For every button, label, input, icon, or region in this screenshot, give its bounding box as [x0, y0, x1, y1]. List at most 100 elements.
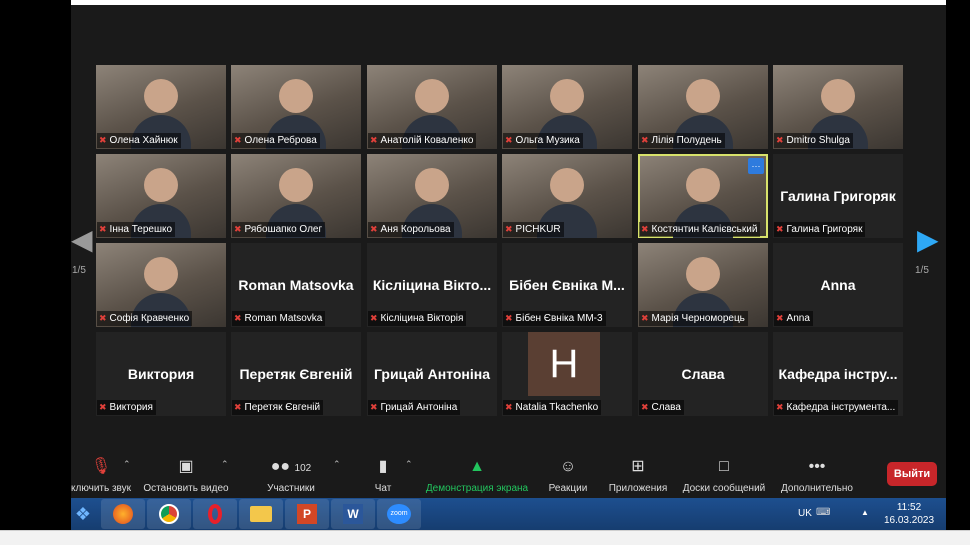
participant-tile[interactable]: Кафедра інстру... ✖ Кафедра інструмента...: [773, 332, 903, 416]
participant-video-head: [415, 79, 449, 113]
participant-name: Слава: [651, 402, 681, 413]
participant-tile[interactable]: ✖ Анатолій Коваленко: [367, 65, 497, 149]
participant-name: Аня Корольова: [380, 224, 451, 235]
microphone-muted-icon: ✖: [370, 135, 378, 145]
participant-video-head: [686, 257, 720, 291]
taskbar-word[interactable]: W: [331, 499, 375, 529]
participant-name-label: ✖ Галина Григоряк: [774, 222, 866, 237]
system-clock[interactable]: 11:52 16.03.2023: [879, 501, 939, 527]
apps-button[interactable]: ⊞ Приложения: [605, 457, 671, 494]
participant-name-label: ✖ Костянтин Калієвський: [639, 222, 761, 237]
participant-name: Лілія Полудень: [651, 135, 722, 146]
participant-tile[interactable]: H ✖ Natalia Tkachenko: [502, 332, 632, 416]
meeting-toolbar: 🎙 ключить звук ⌃ ▣ Остановить видео ⌃ ●●…: [71, 451, 946, 498]
microphone-muted-icon: ✖: [234, 402, 242, 412]
participant-tile[interactable]: Кісліцина Вікто... ✖ Кісліцина Вікторія: [367, 243, 497, 327]
previous-page-arrow-icon[interactable]: ◀: [71, 223, 93, 256]
participant-avatar: H: [528, 332, 600, 396]
participant-tile[interactable]: ✖ Ольга Музика: [502, 65, 632, 149]
taskbar-opera[interactable]: [193, 499, 237, 529]
taskbar-powerpoint[interactable]: P: [285, 499, 329, 529]
audio-options-caret-icon[interactable]: ⌃: [123, 459, 131, 470]
firefox-icon: [113, 504, 133, 524]
language-indicator[interactable]: UK: [798, 508, 812, 519]
participant-tile[interactable]: Anna ✖ Anna: [773, 243, 903, 327]
participants-caret-icon[interactable]: ⌃: [333, 459, 341, 470]
participant-tile[interactable]: Перетяк Євгеній ✖ Перетяк Євгеній: [231, 332, 361, 416]
taskbar-firefox[interactable]: [101, 499, 145, 529]
share-screen-label: Демонстрация экрана: [425, 483, 529, 494]
participant-name-label: ✖ Олена Реброва: [232, 133, 320, 148]
participant-tile[interactable]: Виктория ✖ Виктория: [96, 332, 226, 416]
participant-name-label: ✖ Виктория: [97, 400, 156, 415]
mute-button[interactable]: 🎙 ключить звук: [71, 457, 131, 494]
participant-tile[interactable]: ✖ Dmitro Shulga: [773, 65, 903, 149]
microphone-muted-icon: ✖: [641, 135, 649, 145]
black-border-bottom-left: [0, 498, 71, 530]
participant-name-label: ✖ Кафедра інструмента...: [774, 400, 898, 415]
microphone-muted-icon: ✖: [505, 224, 513, 234]
microphone-muted-icon: ✖: [776, 402, 784, 412]
tray-expand-icon[interactable]: ▲: [861, 508, 869, 517]
participant-tile[interactable]: ✖ Олена Реброва: [231, 65, 361, 149]
participant-name: Анатолій Коваленко: [380, 135, 474, 146]
participant-name: Ольга Музика: [515, 135, 580, 146]
participant-tile[interactable]: ✖ Рябошапко Олег: [231, 154, 361, 238]
participant-tile[interactable]: ✖ Олена Хайнюк: [96, 65, 226, 149]
black-border-right: [946, 0, 970, 498]
participant-name: Виктория: [109, 402, 153, 413]
windows-start-button[interactable]: ❖: [71, 499, 95, 529]
participant-tile[interactable]: Грицай Антоніна ✖ Грицай Антоніна: [367, 332, 497, 416]
participant-video-head: [550, 79, 584, 113]
participant-tile[interactable]: Roman Matsovka ✖ Roman Matsovka: [231, 243, 361, 327]
video-camera-icon: ▣: [178, 458, 194, 475]
share-screen-button[interactable]: ▲ Демонстрация экрана: [421, 457, 533, 494]
microphone-muted-icon: ✖: [505, 402, 513, 412]
chat-caret-icon[interactable]: ⌃: [405, 459, 413, 470]
taskbar-zoom[interactable]: zoom: [377, 499, 421, 529]
microphone-muted-icon: ✖: [234, 224, 242, 234]
next-page-arrow-icon[interactable]: ▶: [917, 223, 939, 256]
reactions-label: Реакции: [548, 483, 588, 494]
participant-tile[interactable]: ✖ Інна Терешко: [96, 154, 226, 238]
participant-name: Dmitro Shulga: [786, 135, 850, 146]
participant-name: Галина Григоряк: [786, 224, 863, 235]
participants-button[interactable]: ●● 102 Участники: [261, 457, 321, 494]
whiteboards-button[interactable]: □ Доски сообщений: [679, 457, 769, 494]
clock-date: 16.03.2023: [883, 515, 935, 526]
stop-video-button[interactable]: ▣ Остановить видео: [141, 457, 231, 494]
microphone-muted-icon: ✖: [641, 402, 649, 412]
microphone-muted-icon: ✖: [99, 402, 107, 412]
leave-button[interactable]: Выйти: [887, 462, 937, 486]
participant-tile[interactable]: ✖ Марія Черноморець: [638, 243, 768, 327]
taskbar-file-explorer[interactable]: [239, 499, 283, 529]
participant-tile[interactable]: ✖ Лілія Полудень: [638, 65, 768, 149]
black-border-bottom-right: [946, 498, 970, 530]
participant-tile[interactable]: ✖ Софія Кравченко: [96, 243, 226, 327]
participant-tile[interactable]: ✖ PICHKUR: [502, 154, 632, 238]
microphone-muted-icon: ✖: [776, 224, 784, 234]
taskbar-chrome[interactable]: [147, 499, 191, 529]
microphone-muted-icon: ✖: [234, 313, 242, 323]
participant-name-label: ✖ Анатолій Коваленко: [368, 133, 477, 148]
participant-name-label: ✖ Перетяк Євгеній: [232, 400, 324, 415]
chat-bubble-icon: ▮: [378, 458, 388, 475]
participant-tile[interactable]: ··· ✖ Костянтин Калієвський: [638, 154, 768, 238]
video-options-caret-icon[interactable]: ⌃: [221, 459, 229, 470]
more-dots-icon: •••: [808, 458, 826, 475]
participant-tile[interactable]: Слава ✖ Слава: [638, 332, 768, 416]
share-screen-icon: ▲: [469, 458, 485, 475]
participant-tile[interactable]: Галина Григоряк ✖ Галина Григоряк: [773, 154, 903, 238]
participant-name-label: ✖ Аня Корольова: [368, 222, 454, 237]
whiteboards-label: Доски сообщений: [682, 483, 766, 494]
keyboard-icon[interactable]: ⌨: [816, 507, 830, 518]
microphone-muted-icon: ✖: [99, 313, 107, 323]
reactions-button[interactable]: ☺ Реакции: [543, 457, 593, 494]
more-button[interactable]: ••• Дополнительно: [777, 457, 857, 494]
participant-tile[interactable]: ✖ Аня Корольова: [367, 154, 497, 238]
tile-more-options-icon[interactable]: ···: [748, 158, 764, 174]
participant-tile[interactable]: Бібен Євніка М... ✖ Бібен Євніка ММ-3: [502, 243, 632, 327]
participants-icon: ●● 102: [270, 458, 312, 475]
participant-name: Anna: [786, 313, 810, 324]
chat-button[interactable]: ▮ Чат: [363, 457, 403, 494]
